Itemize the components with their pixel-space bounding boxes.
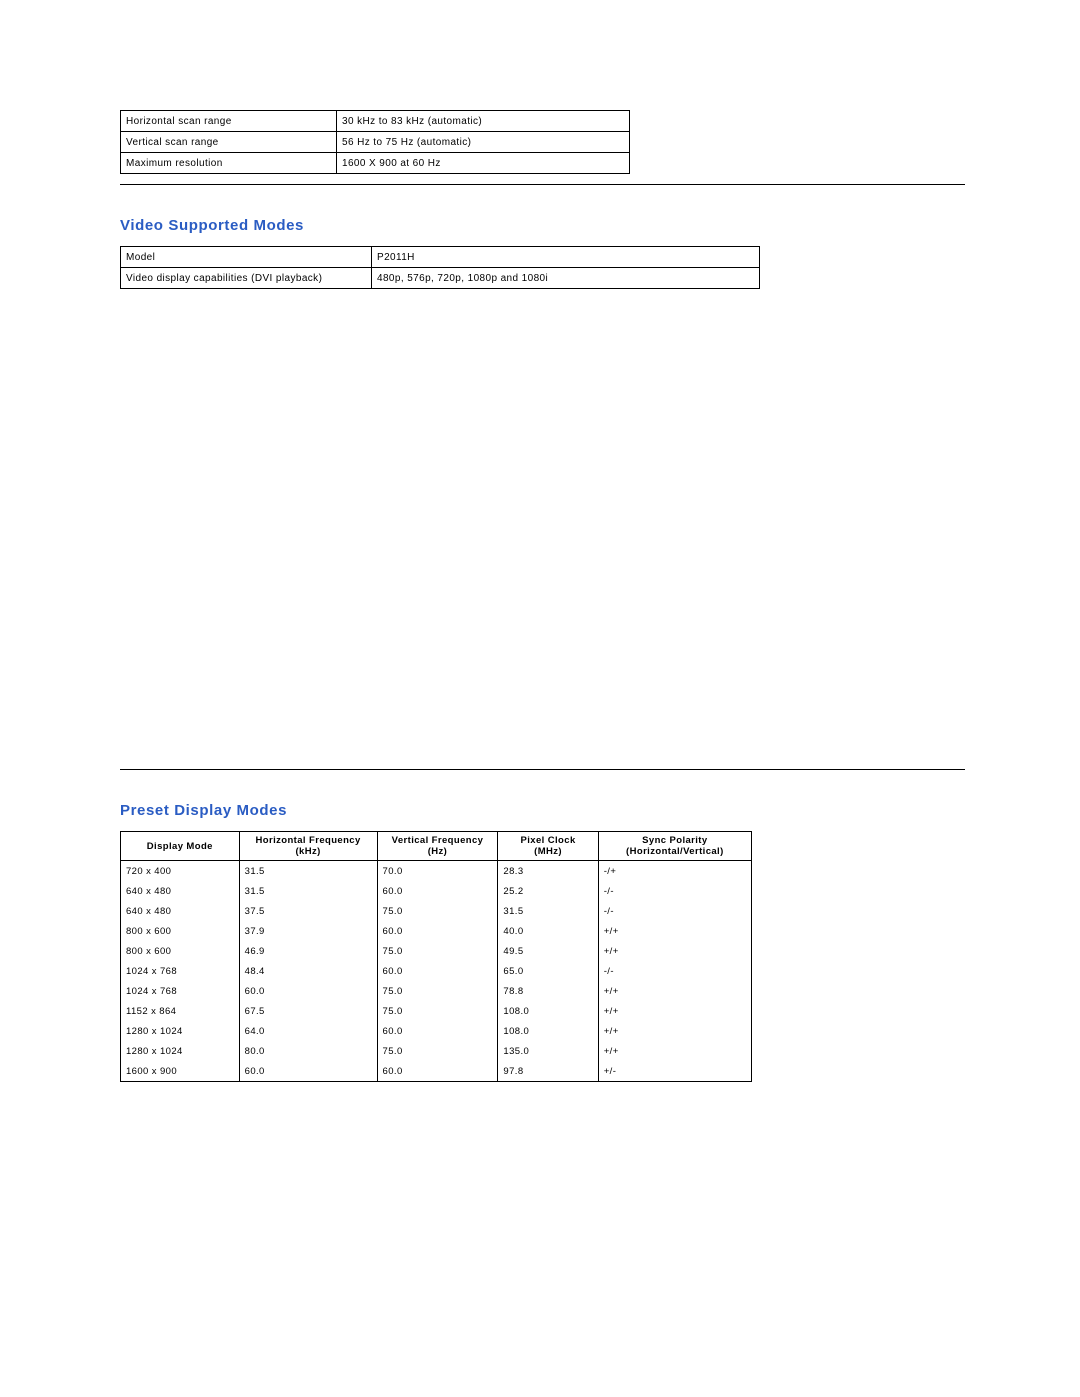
spec-value: 480p, 576p, 720p, 1080p and 1080i [372, 268, 760, 289]
spec-value: 56 Hz to 75 Hz (automatic) [337, 132, 630, 153]
cell-vfreq: 60.0 [377, 961, 498, 981]
cell-mode: 1280 x 1024 [121, 1041, 240, 1061]
cell-pclk: 135.0 [498, 1041, 598, 1061]
cell-hfreq: 31.5 [239, 861, 377, 882]
spec-label: Vertical scan range [121, 132, 337, 153]
cell-sync: +/+ [598, 1041, 751, 1061]
cell-hfreq: 31.5 [239, 881, 377, 901]
cell-sync: +/- [598, 1061, 751, 1082]
scan-range-table: Horizontal scan range30 kHz to 83 kHz (a… [120, 110, 630, 174]
cell-pclk: 28.3 [498, 861, 598, 882]
cell-mode: 640 x 480 [121, 881, 240, 901]
cell-pclk: 49.5 [498, 941, 598, 961]
cell-mode: 1600 x 900 [121, 1061, 240, 1082]
cell-vfreq: 60.0 [377, 1061, 498, 1082]
col-vertical-frequency: Vertical Frequency(Hz) [377, 832, 498, 861]
cell-vfreq: 75.0 [377, 941, 498, 961]
spec-label: Model [121, 247, 372, 268]
spacer [120, 289, 965, 769]
cell-hfreq: 37.9 [239, 921, 377, 941]
cell-mode: 1152 x 864 [121, 1001, 240, 1021]
cell-mode: 1280 x 1024 [121, 1021, 240, 1041]
table-row: 1280 x 102480.075.0135.0+/+ [121, 1041, 752, 1061]
preset-display-modes-table: Display Mode Horizontal Frequency(kHz) V… [120, 831, 752, 1082]
table-row: 1152 x 86467.575.0108.0+/+ [121, 1001, 752, 1021]
cell-vfreq: 75.0 [377, 981, 498, 1001]
cell-hfreq: 37.5 [239, 901, 377, 921]
divider [120, 769, 965, 770]
spec-label: Maximum resolution [121, 153, 337, 174]
cell-sync: -/+ [598, 861, 751, 882]
cell-mode: 1024 x 768 [121, 961, 240, 981]
cell-sync: -/- [598, 881, 751, 901]
cell-vfreq: 60.0 [377, 921, 498, 941]
cell-vfreq: 60.0 [377, 881, 498, 901]
table-row: 640 x 48031.560.025.2-/- [121, 881, 752, 901]
cell-sync: -/- [598, 901, 751, 921]
cell-mode: 800 x 600 [121, 941, 240, 961]
cell-hfreq: 48.4 [239, 961, 377, 981]
table-row: Maximum resolution1600 X 900 at 60 Hz [121, 153, 630, 174]
table-row: Video display capabilities (DVI playback… [121, 268, 760, 289]
spec-value: 1600 X 900 at 60 Hz [337, 153, 630, 174]
table-row: Horizontal scan range30 kHz to 83 kHz (a… [121, 111, 630, 132]
table-row: ModelP2011H [121, 247, 760, 268]
cell-mode: 640 x 480 [121, 901, 240, 921]
cell-hfreq: 67.5 [239, 1001, 377, 1021]
cell-mode: 720 x 400 [121, 861, 240, 882]
cell-hfreq: 46.9 [239, 941, 377, 961]
cell-sync: +/+ [598, 941, 751, 961]
document-page: Horizontal scan range30 kHz to 83 kHz (a… [0, 0, 1080, 1397]
cell-hfreq: 60.0 [239, 981, 377, 1001]
spec-value: 30 kHz to 83 kHz (automatic) [337, 111, 630, 132]
preset-display-modes-heading: Preset Display Modes [120, 802, 965, 819]
cell-pclk: 78.8 [498, 981, 598, 1001]
video-supported-modes-table: ModelP2011HVideo display capabilities (D… [120, 246, 760, 289]
cell-vfreq: 75.0 [377, 901, 498, 921]
cell-pclk: 65.0 [498, 961, 598, 981]
table-header-row: Display Mode Horizontal Frequency(kHz) V… [121, 832, 752, 861]
cell-hfreq: 60.0 [239, 1061, 377, 1082]
col-horizontal-frequency: Horizontal Frequency(kHz) [239, 832, 377, 861]
spec-label: Horizontal scan range [121, 111, 337, 132]
table-row: 1024 x 76848.460.065.0-/- [121, 961, 752, 981]
cell-vfreq: 60.0 [377, 1021, 498, 1041]
table-row: 720 x 40031.570.028.3-/+ [121, 861, 752, 882]
cell-pclk: 97.8 [498, 1061, 598, 1082]
cell-sync: +/+ [598, 921, 751, 941]
cell-hfreq: 64.0 [239, 1021, 377, 1041]
cell-pclk: 108.0 [498, 1001, 598, 1021]
cell-mode: 800 x 600 [121, 921, 240, 941]
cell-vfreq: 70.0 [377, 861, 498, 882]
spec-value: P2011H [372, 247, 760, 268]
table-row: 1280 x 102464.060.0108.0+/+ [121, 1021, 752, 1041]
cell-sync: +/+ [598, 1021, 751, 1041]
divider [120, 184, 965, 185]
cell-pclk: 108.0 [498, 1021, 598, 1041]
cell-pclk: 31.5 [498, 901, 598, 921]
table-row: Vertical scan range56 Hz to 75 Hz (autom… [121, 132, 630, 153]
col-display-mode: Display Mode [121, 832, 240, 861]
cell-hfreq: 80.0 [239, 1041, 377, 1061]
col-sync-polarity: Sync Polarity(Horizontal/Vertical) [598, 832, 751, 861]
spec-label: Video display capabilities (DVI playback… [121, 268, 372, 289]
table-row: 1024 x 76860.075.078.8+/+ [121, 981, 752, 1001]
cell-vfreq: 75.0 [377, 1041, 498, 1061]
cell-mode: 1024 x 768 [121, 981, 240, 1001]
table-row: 800 x 60037.960.040.0+/+ [121, 921, 752, 941]
table-row: 800 x 60046.975.049.5+/+ [121, 941, 752, 961]
cell-sync: +/+ [598, 981, 751, 1001]
video-supported-modes-heading: Video Supported Modes [120, 217, 965, 234]
cell-pclk: 25.2 [498, 881, 598, 901]
cell-vfreq: 75.0 [377, 1001, 498, 1021]
col-pixel-clock: Pixel Clock(MHz) [498, 832, 598, 861]
cell-pclk: 40.0 [498, 921, 598, 941]
cell-sync: +/+ [598, 1001, 751, 1021]
cell-sync: -/- [598, 961, 751, 981]
table-row: 1600 x 90060.060.097.8+/- [121, 1061, 752, 1082]
table-row: 640 x 48037.575.031.5-/- [121, 901, 752, 921]
